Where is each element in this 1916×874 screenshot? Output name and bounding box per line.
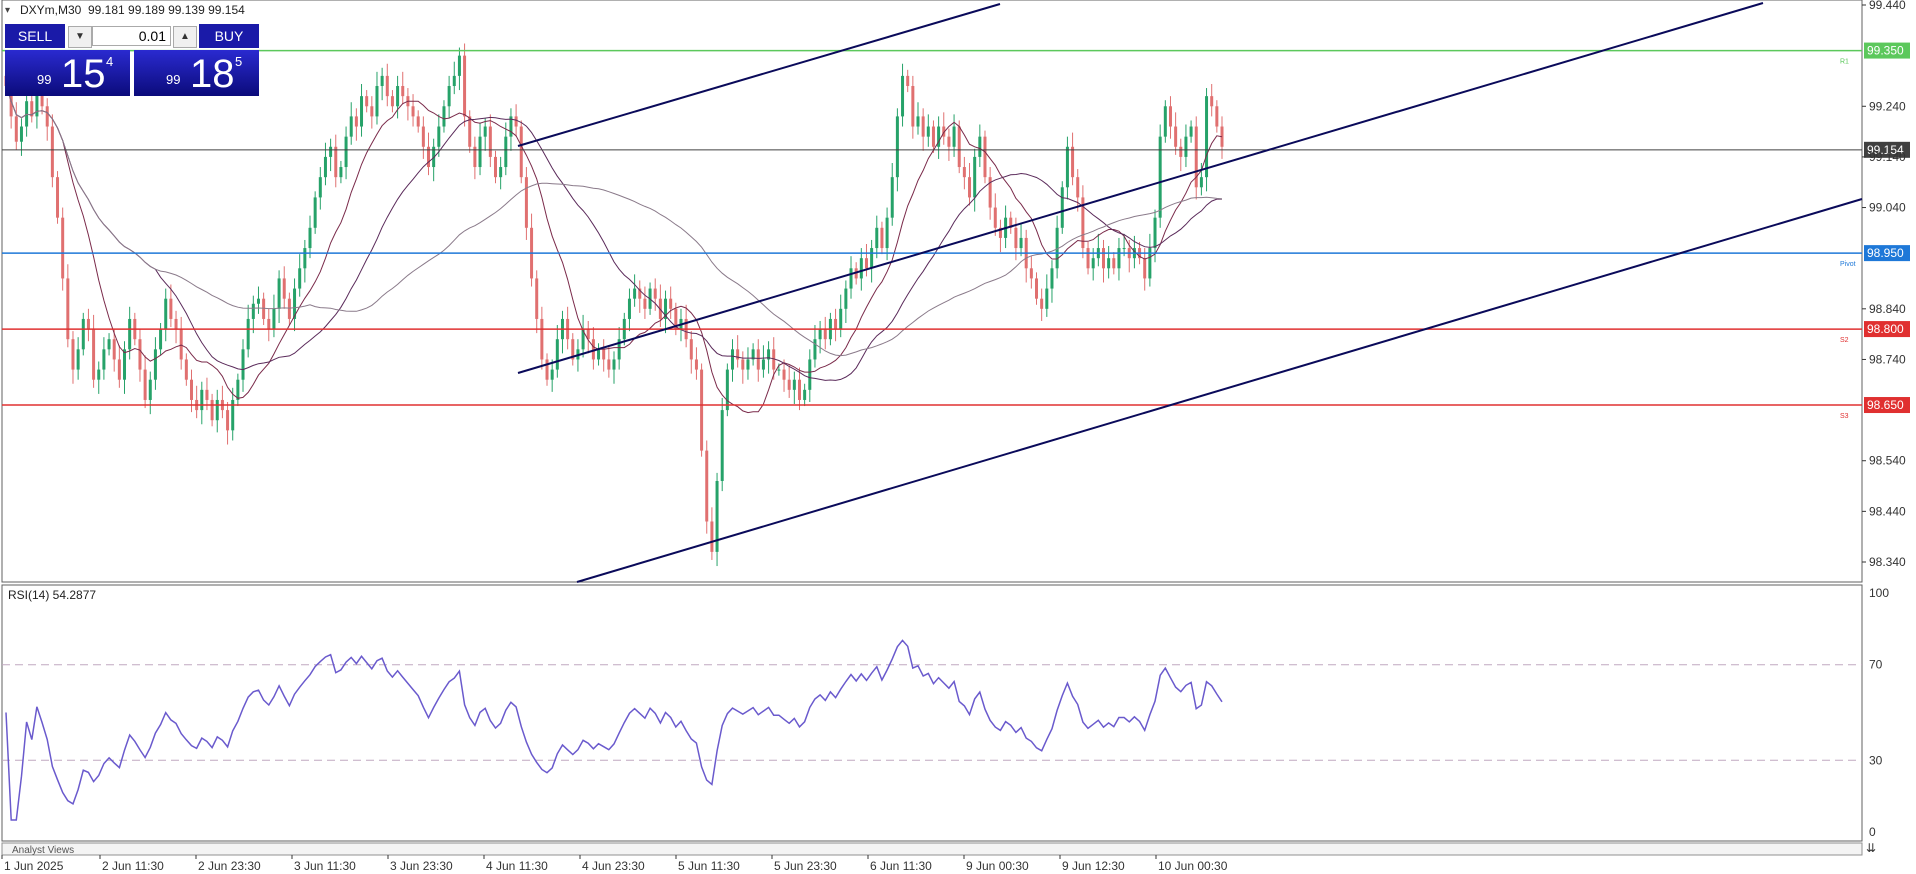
price-tick-label: 98.840: [1869, 302, 1906, 316]
price-tick-label: 99.040: [1869, 201, 1906, 215]
scroll-down-icon[interactable]: ⇊: [1866, 841, 1876, 855]
time-tick-label: 5 Jun 11:30: [678, 859, 740, 873]
svg-text:98.950: 98.950: [1867, 246, 1904, 260]
time-tick-label: 9 Jun 12:30: [1062, 859, 1125, 873]
candle: [1158, 124, 1162, 228]
sell-button[interactable]: SELL: [5, 24, 65, 48]
level-tag: S2: [1840, 337, 1849, 344]
sell-price-pip: 4: [106, 54, 114, 69]
time-tick-label: 4 Jun 23:30: [582, 859, 645, 873]
time-tick-label: 2 Jun 11:30: [102, 859, 164, 873]
analyst-views-label: Analyst Views: [12, 845, 74, 856]
symbol-label: DXYm,M30: [20, 3, 82, 17]
level-price-badge: 98.650: [1864, 397, 1910, 414]
time-tick-label: 6 Jun 11:30: [870, 859, 932, 873]
price-tick-label: 98.340: [1869, 555, 1906, 569]
candle: [720, 397, 724, 492]
svg-text:99.350: 99.350: [1867, 44, 1904, 58]
svg-text:98.800: 98.800: [1867, 322, 1904, 336]
rsi-tick-label: 30: [1869, 753, 1883, 767]
lot-increase-icon[interactable]: ▲: [173, 26, 197, 48]
price-tick-label: 98.540: [1869, 454, 1906, 468]
candle: [1060, 181, 1064, 234]
candle: [56, 171, 60, 224]
level-tag: S3: [1840, 413, 1849, 420]
sell-price-box[interactable]: 99 15 4: [5, 50, 130, 96]
price-axis: 99.440 99.240 99.140 99.040 98.840 98.740 98.5…: [1862, 0, 1906, 569]
price-tick-label: 99.140: [1869, 150, 1906, 164]
time-tick-label: 10 Jun 00:30: [1158, 859, 1228, 873]
price-tick-label: 98.440: [1869, 504, 1906, 518]
candle: [61, 207, 65, 291]
candle: [468, 110, 472, 153]
candle: [1205, 88, 1209, 192]
buy-price-prefix: 99: [166, 72, 181, 87]
price-tick-label: 99.440: [1869, 0, 1906, 12]
candle: [313, 191, 317, 234]
lot-size-input[interactable]: [92, 26, 171, 46]
chevron-down-icon[interactable]: ▾: [5, 5, 10, 16]
time-tick-label: 2 Jun 23:30: [198, 859, 261, 873]
rsi-tick-label: 70: [1869, 658, 1883, 672]
time-tick-label: 9 Jun 00:30: [966, 859, 1029, 873]
lot-decrease-icon[interactable]: ▼: [68, 26, 92, 48]
candle: [81, 312, 85, 356]
level-price-badge: 98.950: [1864, 245, 1910, 262]
rsi-tick-label: 100: [1869, 586, 1889, 600]
sell-price-main: 15: [61, 52, 106, 96]
time-tick-label: 1 Jun 2025: [4, 859, 64, 873]
time-tick-label: 4 Jun 11:30: [486, 859, 548, 873]
time-axis: 1 Jun 2025 2 Jun 11:30 2 Jun 23:30 3 Jun 11…: [1, 855, 1228, 873]
rsi-label: RSI(14) 54.2877: [8, 588, 96, 602]
price-tick-label: 98.740: [1869, 352, 1906, 366]
candle: [1163, 100, 1167, 143]
time-tick-label: 3 Jun 11:30: [294, 859, 356, 873]
analyst-views-bar[interactable]: [1, 842, 1863, 856]
candle: [519, 120, 523, 184]
price-tick-label: 99.240: [1869, 99, 1906, 113]
candle: [700, 363, 704, 457]
main-plot-area[interactable]: [1, 0, 1863, 583]
level-tag: Pivot: [1840, 261, 1856, 268]
level-price-badge: 98.800: [1864, 321, 1910, 338]
rsi-tick-label: 0: [1869, 825, 1876, 839]
level-price-badge: 99.350: [1864, 42, 1910, 59]
time-tick-label: 3 Jun 23:30: [390, 859, 453, 873]
candle: [705, 440, 709, 534]
rsi-panel[interactable]: [1, 584, 1863, 842]
trading-chart[interactable]: Analyst Views 99.350R199.15498.950Pivot9…: [0, 0, 1916, 874]
time-tick-label: 5 Jun 23:30: [774, 859, 837, 873]
buy-price-box[interactable]: 99 18 5: [134, 50, 259, 96]
one-click-trading-panel: SELL ▼ ▲ BUY 99 15 4 99 18 5: [5, 24, 259, 98]
buy-price-pip: 5: [235, 54, 243, 69]
candle: [1194, 116, 1198, 200]
sell-price-prefix: 99: [37, 72, 52, 87]
buy-button[interactable]: BUY: [199, 24, 259, 48]
level-tag: R1: [1840, 59, 1849, 66]
candle: [725, 363, 729, 417]
candle: [983, 130, 987, 184]
ohlc-label: 99.181 99.189 99.139 99.154: [88, 3, 245, 17]
buy-price-main: 18: [190, 52, 235, 96]
svg-text:98.650: 98.650: [1867, 398, 1904, 412]
